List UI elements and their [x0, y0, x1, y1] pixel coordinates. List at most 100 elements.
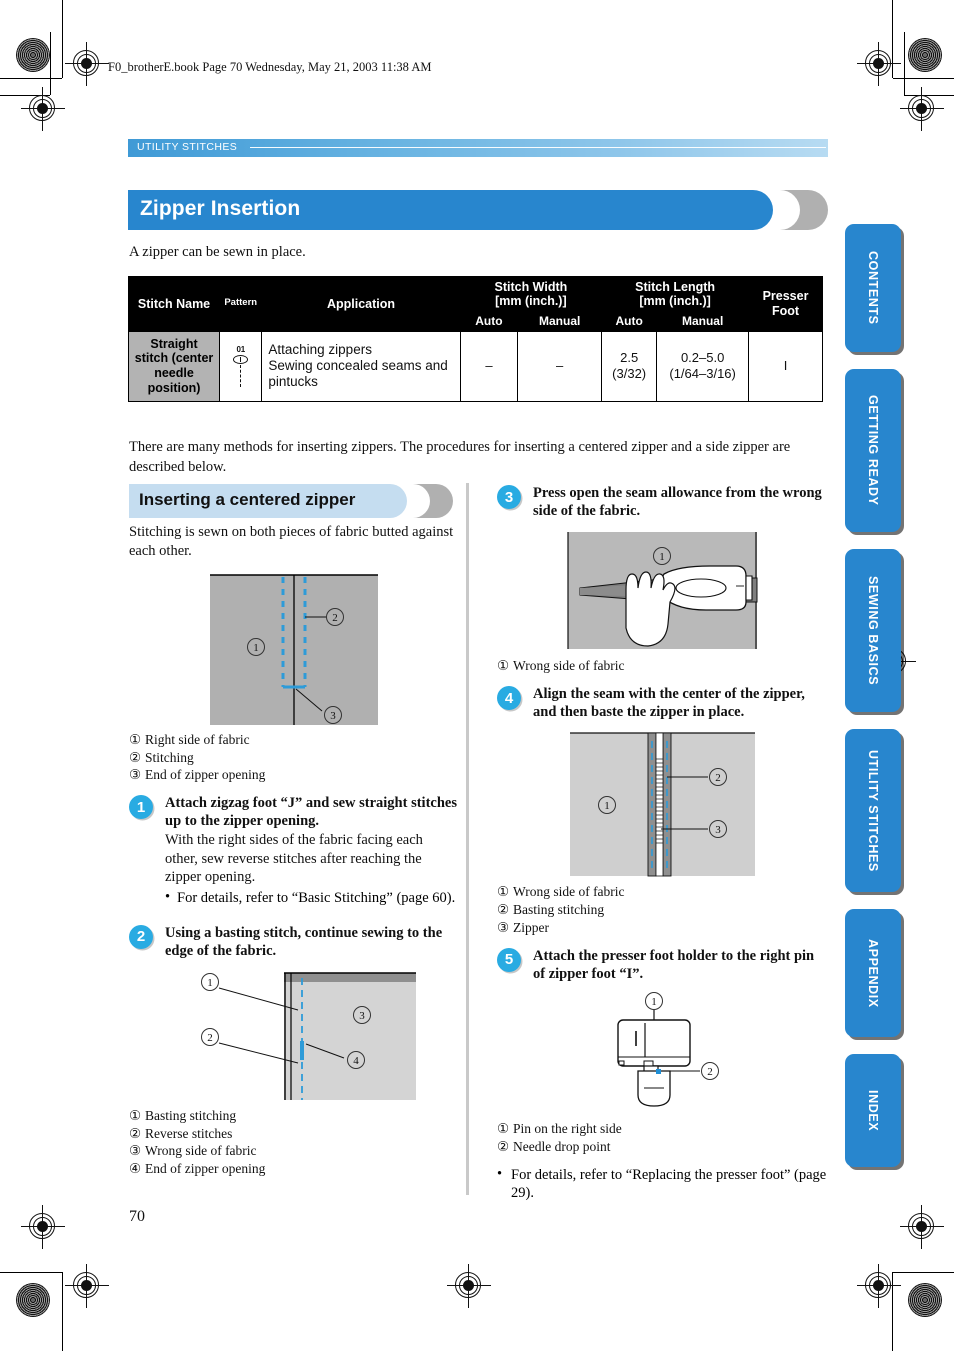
- straight-stitch-pattern-icon: 01: [222, 345, 259, 388]
- running-head-label: UTILITY STITCHES: [137, 141, 238, 153]
- cell-pattern: 01: [219, 330, 263, 402]
- legend-text: Pin on the right side: [513, 1121, 622, 1136]
- tab-label: SEWING BASICS: [866, 575, 880, 686]
- crop-mark: [62, 1272, 63, 1351]
- figure-1-svg: 2 1 3: [210, 573, 378, 725]
- figure-4-svg: 1 2 3: [569, 732, 755, 877]
- color-registration-patch: [908, 1283, 942, 1317]
- tab-index[interactable]: INDEX: [845, 1054, 901, 1167]
- col-header-length-manual: Manual: [656, 311, 750, 332]
- step-1-badge: 1: [129, 795, 153, 820]
- tab-utility-stitches[interactable]: UTILITY STITCHES: [845, 729, 901, 892]
- stitch-spec-table: Stitch Name Pattern Application Stitch W…: [127, 276, 823, 402]
- table-body: Straight stitch (center needle position)…: [127, 330, 823, 402]
- tab-label: APPENDIX: [866, 938, 880, 1008]
- stitch-width-line1: Stitch Width: [494, 280, 568, 294]
- legend-number: ④: [129, 1161, 142, 1177]
- tab-sewing-basics[interactable]: SEWING BASICS: [845, 549, 901, 712]
- running-head-rule: [250, 147, 826, 148]
- svg-text:2: 2: [332, 612, 338, 624]
- figure-5-legend: ① Pin on the right side ② Needle drop poin…: [497, 1120, 827, 1156]
- svg-text:2: 2: [715, 772, 721, 784]
- registration-mark: [857, 42, 901, 86]
- color-registration-patch: [908, 38, 942, 72]
- legend-text: Zipper: [513, 919, 549, 935]
- svg-text:2: 2: [707, 1066, 713, 1078]
- tab-getting-ready[interactable]: GETTING READY: [845, 369, 901, 532]
- col-header-application: Application: [261, 276, 461, 332]
- figure-4-legend: ① Wrong side of fabric ② Basting stitching…: [497, 883, 827, 936]
- page-title: Zipper Insertion: [140, 197, 301, 220]
- color-registration-patch: [16, 38, 50, 72]
- cell-presser-foot: I: [748, 330, 823, 402]
- col-header-stitch-length: Stitch Length [mm (inch.)]: [601, 276, 750, 313]
- tab-contents[interactable]: CONTENTS: [845, 224, 901, 352]
- tab-appendix[interactable]: APPENDIX: [845, 909, 901, 1037]
- legend-number: ③: [129, 1143, 142, 1159]
- figure-centered-zipper-overview: 2 1 3: [129, 567, 459, 727]
- lead-paragraph: A zipper can be sewn in place.: [129, 244, 306, 260]
- step-3-badge: 3: [497, 485, 521, 509]
- step-5-heading: Attach the presser foot holder to the ri…: [533, 947, 815, 982]
- right-column: 3 Press open the seam allowance from the…: [497, 484, 827, 1203]
- step-1: 1 Attach zigzag foot “J” and sew straigh…: [129, 794, 459, 907]
- crop-mark: [904, 95, 954, 96]
- registration-mark: [65, 1264, 109, 1308]
- registration-mark: [21, 87, 65, 131]
- legend-number: ③: [129, 767, 142, 783]
- legend-item: ② Stitching: [129, 749, 459, 767]
- svg-text:3: 3: [359, 1010, 365, 1022]
- step-4-badge: 4: [497, 686, 521, 711]
- legend-item: ② Basting stitching: [497, 901, 827, 919]
- legend-number: ①: [497, 1121, 510, 1136]
- needle-eye-icon: [233, 355, 249, 365]
- legend-text: Right side of fabric: [145, 731, 250, 747]
- cell-stitch-name: Straight stitch (center needle position): [127, 330, 221, 402]
- page-number: 70: [129, 1208, 145, 1225]
- left-intro-text: Stitching is sewn on both pieces of fabr…: [129, 524, 454, 559]
- subheader-fill: Inserting a centered zipper: [129, 484, 407, 518]
- crop-mark: [50, 32, 51, 95]
- svg-text:1: 1: [659, 551, 665, 563]
- legend-text: Stitching: [145, 749, 194, 765]
- pattern-number: 01: [236, 345, 246, 355]
- running-head-bar: UTILITY STITCHES: [128, 139, 828, 157]
- step-3: 3 Press open the seam allowance from the…: [497, 484, 827, 520]
- tab-label: UTILITY STITCHES: [866, 749, 880, 872]
- legend-text: Wrong side of fabric: [513, 884, 625, 900]
- figure-2-svg: 1 2 3 4: [201, 972, 416, 1100]
- svg-text:2: 2: [207, 1032, 213, 1044]
- legend-number: ①: [497, 884, 510, 900]
- legend-text: End of zipper opening: [145, 767, 266, 783]
- subsection-title: Inserting a centered zipper: [139, 490, 356, 509]
- stitch-line-icon: [240, 365, 242, 388]
- col-header-stitch-width: Stitch Width [mm (inch.)]: [459, 276, 603, 313]
- legend-number: ②: [497, 1138, 510, 1154]
- color-registration-patch: [16, 1283, 50, 1317]
- tab-label: CONTENTS: [866, 251, 880, 325]
- crop-mark: [0, 78, 62, 79]
- crop-mark: [892, 0, 893, 78]
- col-header-width-auto: Auto: [459, 311, 519, 332]
- figure-zipper-foot: 1 2: [497, 991, 827, 1116]
- col-header-length-auto: Auto: [601, 311, 658, 332]
- cell-width-manual: –: [517, 330, 603, 402]
- presser-foot-line2: Foot: [771, 303, 800, 318]
- col-header-width-manual: Manual: [517, 311, 603, 332]
- legend-number: ③: [497, 919, 510, 935]
- figure-baste-zipper: 1 2 3: [497, 729, 827, 879]
- legend-text: End of zipper opening: [145, 1161, 266, 1177]
- table-row: Straight stitch (center needle position)…: [127, 330, 823, 402]
- registration-mark: [900, 1205, 944, 1249]
- table-head: Stitch Name Pattern Application Stitch W…: [127, 276, 823, 332]
- figure-press-seam: 1: [497, 528, 827, 653]
- column-divider: [466, 483, 469, 1195]
- legend-item: ① Wrong side of fabric: [497, 883, 827, 901]
- cell-application: Attaching zippers Sewing concealed seams…: [261, 330, 461, 402]
- stitch-width-line2: [mm (inch.)]: [495, 294, 567, 309]
- crop-mark: [893, 78, 954, 79]
- figure-2-legend: ① Basting stitching ② Reverse stitches ③ Wr…: [129, 1107, 459, 1178]
- side-index-tabs: CONTENTS GETTING READY SEWING BASICS UTI…: [845, 224, 907, 1184]
- file-header-text: F0_brotherE.book Page 70 Wednesday, May …: [108, 60, 432, 74]
- legend-number: ①: [129, 731, 142, 747]
